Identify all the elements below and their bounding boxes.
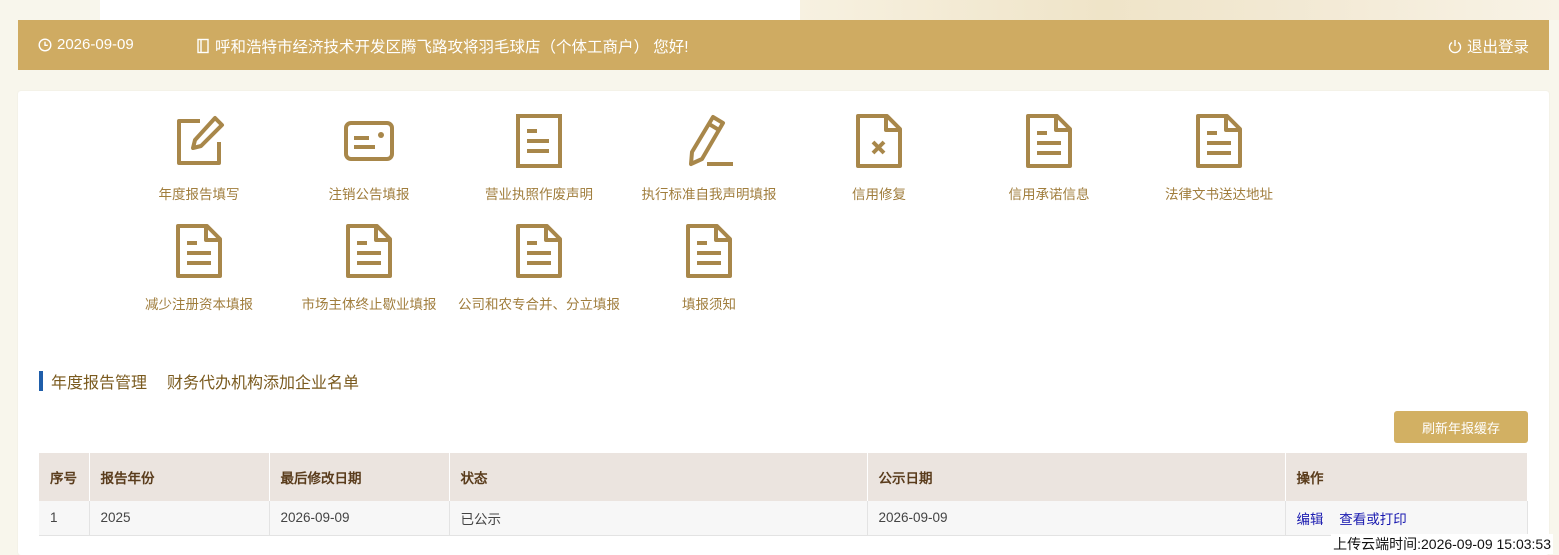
tab-annual-report-management[interactable]: 年度报告管理 — [51, 369, 147, 393]
tile-label: 填报须知 — [682, 297, 736, 312]
tile-standard-self-declaration[interactable]: 执行标准自我声明填报 — [624, 113, 794, 203]
upload-time-status: 上传云端时间:2026-09-09 15:03:53 — [1331, 534, 1553, 554]
main-panel: 年度报告填写 注销公告填报 营业执照作废声明 执行标准自我声明填报 信用修复 信… — [18, 91, 1549, 555]
document-icon — [516, 114, 562, 168]
cell-no: 1 — [39, 501, 90, 536]
col-header-actions: 操作 — [1285, 453, 1528, 501]
tile-capital-reduction[interactable]: 减少注册资本填报 — [114, 223, 284, 313]
tile-label: 年度报告填写 — [158, 187, 240, 202]
document-icon — [346, 224, 392, 278]
cell-publish-date: 2026-09-09 — [867, 501, 1286, 536]
document-x-icon — [856, 114, 902, 168]
edit-icon — [177, 116, 224, 165]
header-greeting: 呼和浩特市经济技术开发区腾飞路攻将羽毛球店（个体工商户） 您好! — [196, 35, 689, 57]
refresh-cache-button[interactable]: 刷新年报缓存 — [1394, 411, 1528, 443]
logout-label: 退出登录 — [1466, 39, 1529, 56]
tile-label: 市场主体终止歇业填报 — [301, 297, 437, 312]
tile-credit-repair[interactable]: 信用修复 — [794, 113, 964, 203]
logout-button[interactable]: 退出登录 — [1448, 35, 1529, 57]
document-icon — [516, 224, 562, 278]
view-print-link[interactable]: 查看或打印 — [1339, 512, 1407, 527]
header-date-text: 2026-09-09 — [57, 36, 134, 53]
tile-filing-instructions[interactable]: 填报须知 — [624, 223, 794, 313]
table-row: 1 2025 2026-09-09 已公示 2026-09-09 编辑 查看或打… — [39, 501, 1528, 536]
cell-year: 2025 — [89, 501, 270, 536]
col-header-status: 状态 — [449, 453, 868, 501]
cell-modified: 2026-09-09 — [269, 501, 450, 536]
tile-license-void-statement[interactable]: 营业执照作废声明 — [454, 113, 624, 203]
tile-label: 营业执照作废声明 — [485, 187, 593, 202]
col-header-no: 序号 — [39, 453, 90, 501]
tile-label: 注销公告填报 — [328, 187, 410, 202]
tile-annual-report[interactable]: 年度报告填写 — [114, 113, 284, 203]
document-icon — [686, 224, 732, 278]
cell-actions: 编辑 查看或打印 — [1285, 501, 1528, 536]
document-icon — [176, 224, 222, 278]
cell-status: 已公示 — [449, 501, 868, 536]
tile-label: 信用承诺信息 — [1008, 187, 1090, 202]
header-date: 2026-09-09 — [38, 36, 134, 53]
col-header-modified: 最后修改日期 — [269, 453, 450, 501]
top-header-bar: 2026-09-09 呼和浩特市经济技术开发区腾飞路攻将羽毛球店（个体工商户） … — [18, 20, 1549, 70]
section-tabs: 年度报告管理 财务代办机构添加企业名单 — [39, 370, 379, 392]
tab-agency-enterprise-list[interactable]: 财务代办机构添加企业名单 — [167, 369, 359, 393]
top-decoration — [800, 0, 1559, 20]
tile-label: 减少注册资本填报 — [145, 297, 253, 312]
tile-credit-commitment[interactable]: 信用承诺信息 — [964, 113, 1134, 203]
card-icon — [344, 121, 394, 161]
annual-report-table: 序号 报告年份 最后修改日期 状态 公示日期 操作 1 2025 2026-09… — [39, 453, 1528, 536]
tile-label: 信用修复 — [852, 187, 906, 202]
door-icon — [196, 38, 210, 54]
col-header-year: 报告年份 — [89, 453, 270, 501]
tile-label: 公司和农专合并、分立填报 — [458, 297, 620, 312]
top-white-strip — [100, 0, 800, 20]
edit-link[interactable]: 编辑 — [1297, 512, 1324, 527]
pen-icon — [689, 115, 733, 166]
tile-label: 执行标准自我声明填报 — [641, 187, 777, 202]
header-greeting-text: 呼和浩特市经济技术开发区腾飞路攻将羽毛球店（个体工商户） 您好! — [215, 39, 689, 56]
clock-icon — [38, 37, 52, 52]
tile-label: 法律文书送达地址 — [1165, 187, 1273, 202]
tile-cancellation-notice[interactable]: 注销公告填报 — [284, 113, 454, 203]
document-icon — [1196, 114, 1242, 168]
power-icon — [1448, 39, 1462, 54]
section-marker — [39, 371, 43, 391]
tile-merger-division[interactable]: 公司和农专合并、分立填报 — [454, 223, 624, 313]
table-header-row: 序号 报告年份 最后修改日期 状态 公示日期 操作 — [39, 453, 1528, 501]
tile-legal-document-address[interactable]: 法律文书送达地址 — [1134, 113, 1304, 203]
tile-market-entity-termination[interactable]: 市场主体终止歇业填报 — [284, 223, 454, 313]
document-icon — [1026, 114, 1072, 168]
col-header-publish-date: 公示日期 — [867, 453, 1286, 501]
